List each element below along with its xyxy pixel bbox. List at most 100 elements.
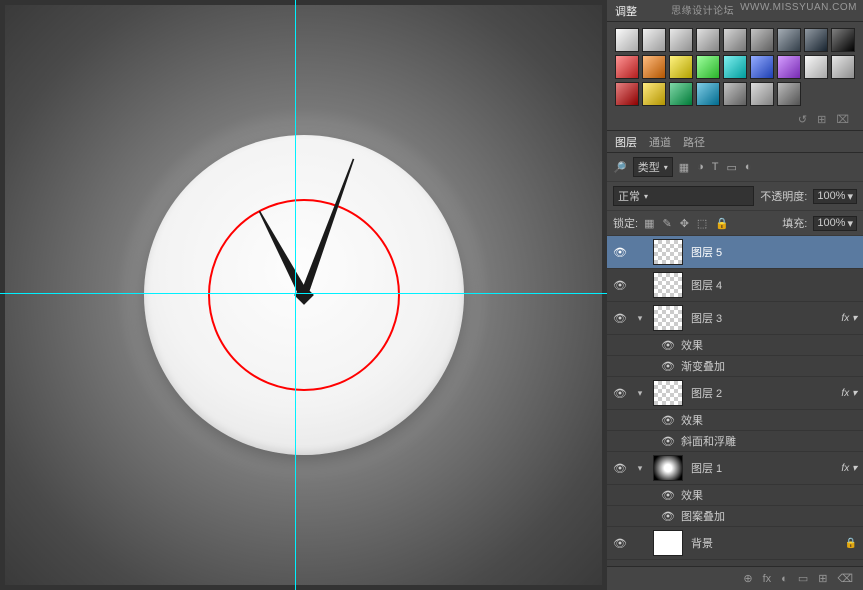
filter-type-icon[interactable]: ▦ bbox=[679, 161, 689, 174]
fx-badge[interactable]: fx ▾ bbox=[841, 313, 857, 324]
layers-footer-icon[interactable]: ⊕ bbox=[743, 572, 752, 585]
guide-vertical[interactable] bbox=[295, 0, 296, 590]
lock-toggle-icon[interactable]: ✥ bbox=[680, 217, 689, 230]
style-swatch[interactable] bbox=[696, 28, 720, 52]
visibility-eye-icon[interactable]: 👁 bbox=[613, 312, 627, 325]
style-swatch[interactable] bbox=[669, 28, 693, 52]
tab-layers[interactable]: 图层 bbox=[615, 134, 637, 150]
style-swatch[interactable] bbox=[804, 28, 828, 52]
tab-paths[interactable]: 路径 bbox=[683, 134, 705, 150]
lock-toggle-icon[interactable]: 🔒 bbox=[715, 217, 729, 230]
style-swatch[interactable] bbox=[642, 82, 666, 106]
layer-row[interactable]: 👁背景🔒 bbox=[607, 527, 863, 560]
clock-face bbox=[144, 135, 464, 455]
style-swatch[interactable] bbox=[669, 55, 693, 79]
visibility-eye-icon[interactable]: 👁 bbox=[661, 489, 675, 502]
style-swatch[interactable] bbox=[831, 28, 855, 52]
style-swatch[interactable] bbox=[777, 82, 801, 106]
style-swatch[interactable] bbox=[723, 28, 747, 52]
layer-row[interactable]: 👁 ▾ 图层 2 fx ▾ bbox=[607, 377, 863, 410]
opacity-input[interactable]: 100% ▾ bbox=[813, 189, 857, 204]
style-swatch[interactable] bbox=[750, 82, 774, 106]
style-swatch[interactable] bbox=[750, 55, 774, 79]
lock-toggle-icon[interactable]: ▦ bbox=[644, 217, 654, 230]
search-icon: 🔎 bbox=[613, 161, 627, 174]
layer-effect-item[interactable]: 👁图案叠加 bbox=[607, 506, 863, 527]
layers-footer-icon[interactable]: ▭ bbox=[798, 572, 808, 585]
style-swatch[interactable] bbox=[723, 55, 747, 79]
layer-row[interactable]: 👁▾图层 1fx ▾ bbox=[607, 452, 863, 485]
expand-arrow-icon[interactable]: ▾ bbox=[635, 388, 645, 399]
filter-type-select[interactable]: 类型 ▾ bbox=[633, 157, 673, 177]
visibility-eye-icon[interactable]: 👁 bbox=[661, 339, 675, 352]
layer-name: 图层 4 bbox=[691, 277, 857, 293]
layer-row[interactable]: 👁▾图层 3fx ▾ bbox=[607, 302, 863, 335]
style-swatch[interactable] bbox=[642, 28, 666, 52]
layers-footer-icon[interactable]: ⊞ bbox=[818, 572, 827, 585]
layers-panel: 图层 通道 路径 🔎 类型 ▾ ▦◑T▭◐ 正常 ▾ 不透明度: 100% ▾ bbox=[607, 130, 863, 590]
tab-channels[interactable]: 通道 bbox=[649, 134, 671, 150]
layers-footer-icon[interactable]: fx bbox=[763, 573, 772, 585]
layer-thumbnail bbox=[653, 272, 683, 298]
blend-mode-select[interactable]: 正常 ▾ bbox=[613, 186, 754, 206]
chevron-down-icon: ▾ bbox=[847, 217, 853, 230]
visibility-eye-icon[interactable]: 👁 bbox=[613, 537, 627, 550]
swatch-new-icon[interactable]: ⊞ bbox=[817, 113, 826, 126]
visibility-eye-icon[interactable]: 👁 bbox=[613, 462, 627, 475]
layer-name: 图层 2 bbox=[691, 385, 833, 401]
filter-type-icon[interactable]: T bbox=[712, 161, 719, 174]
lock-icons: ▦ ✎ ✥ ⬚ 🔒 bbox=[644, 217, 729, 230]
visibility-eye-icon[interactable]: 👁 bbox=[661, 414, 675, 427]
layer-name: 图层 5 bbox=[691, 244, 857, 260]
expand-arrow-icon[interactable]: ▾ bbox=[635, 313, 645, 324]
layer-effect-item[interactable]: 👁 渐变叠加 bbox=[607, 356, 863, 377]
swatch-reset-icon[interactable]: ↺ bbox=[798, 113, 807, 126]
style-swatch[interactable] bbox=[669, 82, 693, 106]
visibility-eye-icon[interactable]: 👁 bbox=[661, 435, 675, 448]
layers-footer-icon[interactable]: ⌫ bbox=[837, 572, 853, 585]
visibility-eye-icon[interactable]: 👁 bbox=[613, 246, 627, 259]
guide-horizontal[interactable] bbox=[0, 293, 607, 294]
chevron-down-icon: ▾ bbox=[644, 192, 648, 201]
layers-list[interactable]: 👁图层 5👁图层 4👁▾图层 3fx ▾👁效果👁渐变叠加👁▾图层 2fx ▾👁效… bbox=[607, 236, 863, 566]
style-swatch[interactable] bbox=[615, 82, 639, 106]
swatch-delete-icon[interactable]: ⌧ bbox=[836, 113, 849, 126]
visibility-eye-icon[interactable]: 👁 bbox=[661, 510, 675, 523]
layer-effects-header: 👁效果 bbox=[607, 335, 863, 356]
watermark-url: WWW.MISSYUAN.COM bbox=[740, 2, 857, 17]
style-swatch[interactable] bbox=[723, 82, 747, 106]
style-swatch[interactable] bbox=[750, 28, 774, 52]
style-swatch[interactable] bbox=[804, 55, 828, 79]
style-swatch[interactable] bbox=[831, 55, 855, 79]
layer-effect-item[interactable]: 👁斜面和浮雕 bbox=[607, 431, 863, 452]
style-swatch[interactable] bbox=[615, 28, 639, 52]
canvas-area[interactable] bbox=[0, 0, 607, 590]
style-swatch[interactable] bbox=[777, 28, 801, 52]
chevron-down-icon: ▾ bbox=[847, 190, 853, 203]
filter-type-icon[interactable]: ▭ bbox=[727, 161, 737, 174]
tab-adjust[interactable]: 调整 bbox=[615, 3, 637, 19]
visibility-eye-icon[interactable]: 👁 bbox=[613, 279, 627, 292]
layers-footer-icon[interactable]: ◐ bbox=[781, 573, 788, 585]
layer-thumbnail bbox=[653, 239, 683, 265]
style-swatch[interactable] bbox=[696, 82, 720, 106]
effects-label: 效果 bbox=[681, 487, 703, 503]
filter-type-icon[interactable]: ◐ bbox=[745, 161, 752, 174]
fill-input[interactable]: 100% ▾ bbox=[813, 216, 857, 231]
layer-row[interactable]: 👁 图层 4 bbox=[607, 269, 863, 302]
visibility-eye-icon[interactable]: 👁 bbox=[661, 360, 675, 373]
effect-name: 渐变叠加 bbox=[681, 358, 725, 374]
layers-panel-tabs: 图层 通道 路径 bbox=[607, 131, 863, 153]
lock-toggle-icon[interactable]: ✎ bbox=[662, 217, 671, 230]
layer-row[interactable]: 👁 图层 5 bbox=[607, 236, 863, 269]
style-swatch[interactable] bbox=[642, 55, 666, 79]
expand-arrow-icon[interactable]: ▾ bbox=[635, 463, 645, 474]
style-swatch[interactable] bbox=[777, 55, 801, 79]
style-swatch[interactable] bbox=[615, 55, 639, 79]
lock-toggle-icon[interactable]: ⬚ bbox=[697, 217, 707, 230]
fx-badge[interactable]: fx ▾ bbox=[841, 388, 857, 399]
filter-type-icon[interactable]: ◑ bbox=[697, 161, 704, 174]
visibility-eye-icon[interactable]: 👁 bbox=[613, 387, 627, 400]
style-swatch[interactable] bbox=[696, 55, 720, 79]
fx-badge[interactable]: fx ▾ bbox=[841, 463, 857, 474]
